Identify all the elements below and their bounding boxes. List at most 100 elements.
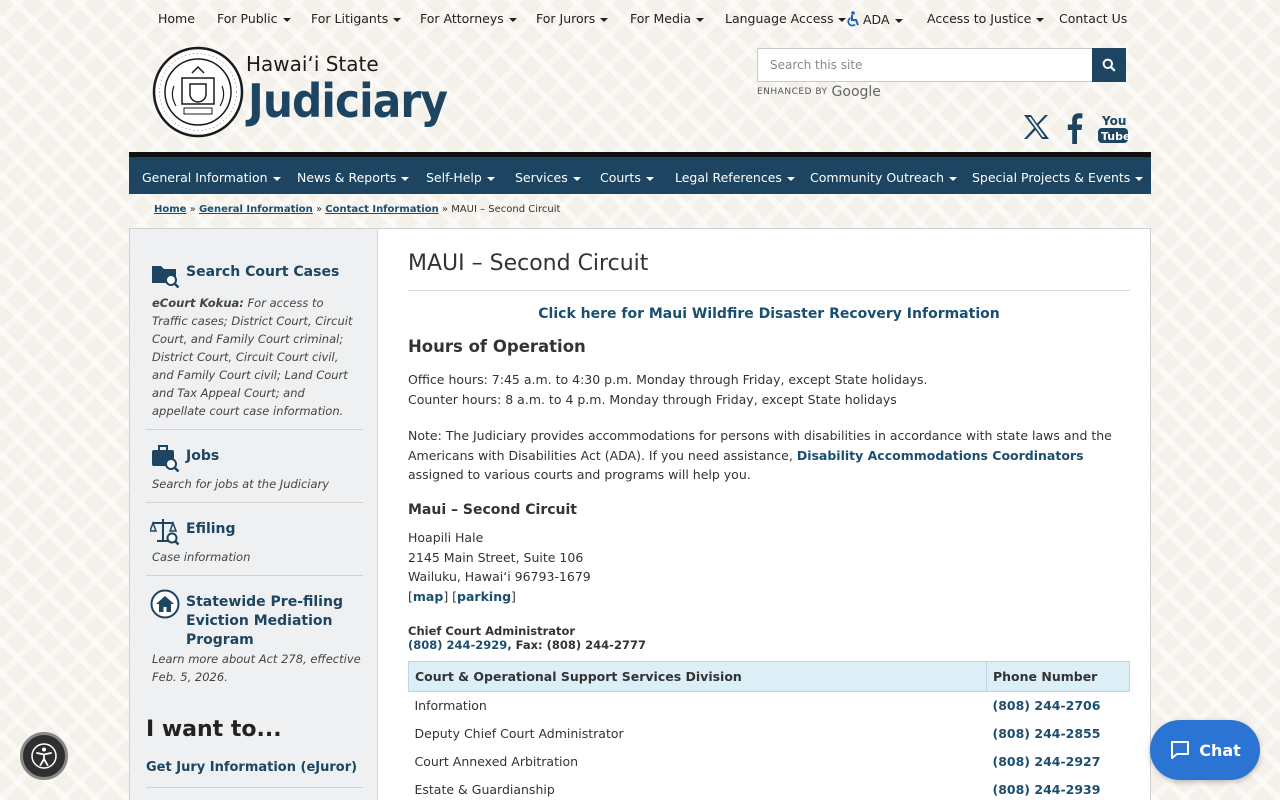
wildfire-recovery-link[interactable]: Click here for Maui Wildfire Disaster Re… [538,306,999,322]
top-nav-contact-us[interactable]: Contact Us [1059,11,1127,26]
x-twitter-link[interactable] [1021,112,1051,146]
nav-self-help[interactable]: Self-Help [426,170,495,185]
accessibility-icon [31,743,57,769]
jury-information-link[interactable]: Get Jury Information (eJuror) [146,760,357,775]
phone-table: Court & Operational Support Services Div… [408,661,1130,800]
top-nav-for-attorneys[interactable]: For Attorneys [420,11,517,26]
nav-general-information[interactable]: General Information [142,170,281,185]
table-row: Court Annexed Arbitration (808) 244-2927 [414,754,1101,769]
breadcrumb: Home » General Information » Contact Inf… [154,204,561,215]
logo-line2: Judiciary [248,74,448,128]
scales-search-icon [150,519,180,546]
chat-button[interactable]: Chat [1150,720,1260,780]
caret-down-icon [1135,176,1144,181]
phone-link[interactable]: (808) 244-2927 [993,754,1101,769]
map-link[interactable]: map [413,589,443,604]
breadcrumb-current: MAUI – Second Circuit [451,204,561,215]
top-nav-for-litigants[interactable]: For Litigants [311,11,402,26]
top-nav-for-jurors[interactable]: For Jurors [536,11,609,26]
breadcrumb-contact-information[interactable]: Contact Information [325,204,438,215]
logo-line1: Hawaiʻi State [246,52,379,76]
youtube-icon: You Tube [1098,114,1130,143]
top-nav-for-public[interactable]: For Public [217,11,291,26]
accessibility-button[interactable] [20,732,68,780]
search-button[interactable] [1092,48,1126,82]
table-row: Information (808) 244-2706 [414,698,1101,714]
nav-special-projects-events[interactable]: Special Projects & Events [972,170,1144,185]
table-row: Estate & Guardianship (808) 244-2939 [414,782,1101,797]
chat-bubble-icon [1171,741,1190,759]
office-hours: Office hours: 7:45 a.m. to 4:30 p.m. Mon… [408,372,928,387]
folder-search-icon [152,266,180,289]
sidebar: Search Court Cases eCourt Kokua: For acc… [130,229,378,800]
caret-down-icon [949,176,957,181]
caret-down-icon [486,176,495,181]
breadcrumb-home[interactable]: Home [154,204,186,215]
caret-down-icon [600,17,609,22]
youtube-link[interactable]: You Tube [1097,112,1130,148]
phone-link[interactable]: (808) 244-2855 [993,726,1101,741]
facebook-link[interactable] [1064,112,1084,148]
phone-link[interactable]: (808) 244-2706 [993,698,1101,713]
main-nav: General Information News & Reports Self-… [129,152,1151,194]
hours-heading: Hours of Operation [408,337,586,356]
top-nav-language-access[interactable]: Language Access [725,11,847,26]
nav-services[interactable]: Services [515,170,581,185]
svg-text:Tube: Tube [1101,130,1129,143]
ada-note: Note: The Judiciary provides accommodati… [408,428,1112,482]
parking-link[interactable]: parking [457,589,511,604]
google-wordmark: Google [831,84,881,100]
nav-news-reports[interactable]: News & Reports [297,170,410,185]
nav-courts[interactable]: Courts [600,170,654,185]
caret-down-icon [282,17,291,22]
caret-down-icon [786,176,795,181]
caret-down-icon [572,176,581,181]
admin-contact: (808) 244-2929, Fax: (808) 244-2777 [408,638,646,652]
facebook-icon [1067,113,1083,144]
caret-down-icon [1036,17,1045,22]
admin-phone-link[interactable]: (808) 244-2929 [408,638,507,652]
search-icon [1102,58,1116,72]
site-search [757,48,1126,82]
top-nav-for-media[interactable]: For Media [630,11,705,26]
nav-legal-references[interactable]: Legal References [675,170,795,185]
divider [146,787,363,788]
divider [146,575,363,576]
wheelchair-icon [847,11,859,27]
caret-down-icon [696,17,705,22]
admin-label: Chief Court Administrator [408,624,576,638]
nav-community-outreach[interactable]: Community Outreach [810,170,957,185]
breadcrumb-general-information[interactable]: General Information [199,204,313,215]
top-nav-home[interactable]: Home [158,11,195,26]
disability-coordinators-link[interactable]: Disability Accommodations Coordinators [797,448,1084,463]
divider [408,290,1130,291]
phone-link[interactable]: (808) 244-2939 [993,782,1101,797]
caret-down-icon [894,18,903,23]
caret-down-icon [272,176,281,181]
top-nav: Home For Public For Litigants For Attorn… [0,0,1280,38]
counter-hours: Counter hours: 8 a.m. to 4 p.m. Monday t… [408,391,897,407]
enhanced-by-google: ENHANCED BY Google [757,84,881,100]
divider [146,429,363,430]
table-header-row: Court & Operational Support Services Div… [408,661,1130,692]
judiciary-seal-icon [152,46,244,138]
search-input[interactable] [758,49,1093,81]
top-nav-access-to-justice[interactable]: Access to Justice [927,11,1045,26]
page-title: MAUI – Second Circuit [408,251,649,276]
main-panel: Search Court Cases eCourt Kokua: For acc… [129,228,1151,800]
caret-down-icon [645,176,654,181]
svg-text:You: You [1101,114,1126,128]
address: Hoapili Hale 2145 Main Street, Suite 106… [408,530,591,604]
briefcase-search-icon [152,445,180,473]
x-twitter-icon [1024,115,1049,139]
caret-down-icon [401,176,410,181]
divider [146,502,363,503]
table-row: Deputy Chief Court Administrator (808) 2… [414,726,1101,741]
site-logo[interactable]: Hawaiʻi State Judiciary [152,46,452,140]
home-circle-icon [150,589,180,619]
caret-down-icon [508,17,517,22]
top-nav-ada[interactable]: ADA [846,11,903,27]
caret-down-icon [393,17,402,22]
i-want-to-heading: I want to... [146,717,282,742]
section-heading: Maui – Second Circuit [408,502,577,518]
